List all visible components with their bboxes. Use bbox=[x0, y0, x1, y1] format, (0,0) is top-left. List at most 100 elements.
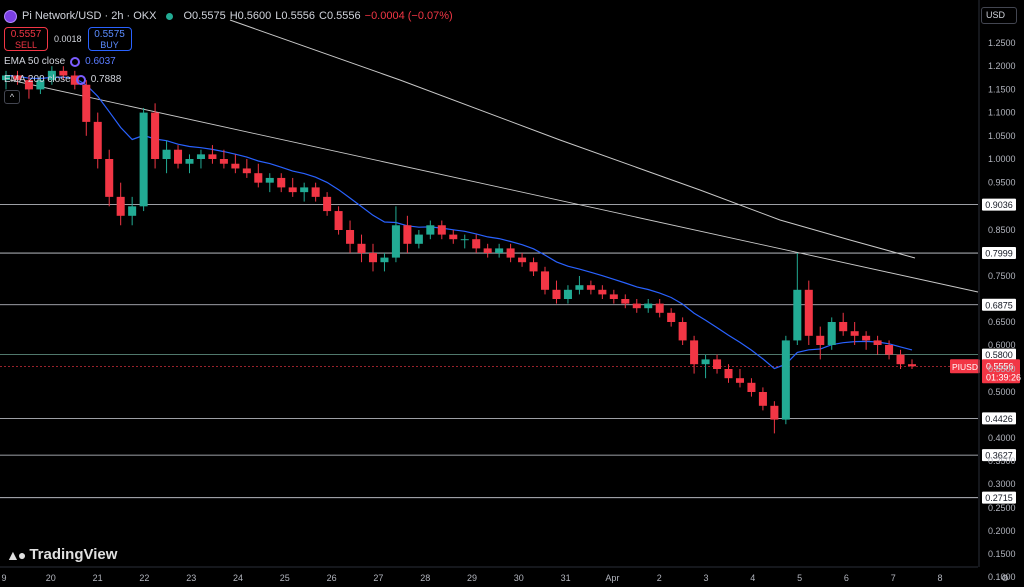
candle-body bbox=[758, 392, 767, 406]
candle-body bbox=[105, 159, 114, 197]
candle-body bbox=[862, 335, 871, 341]
candle-body bbox=[277, 177, 286, 188]
buy-label: BUY bbox=[100, 40, 119, 50]
ohlc-close: C0.5556 bbox=[319, 10, 361, 22]
candle-body bbox=[632, 303, 641, 309]
price-chart[interactable]: 0.90360.79990.68750.58000.44260.36270.27… bbox=[0, 0, 1024, 587]
candle-body bbox=[655, 303, 664, 313]
candle-body bbox=[128, 206, 137, 216]
candle-body bbox=[196, 154, 205, 159]
x-tick-label: 31 bbox=[561, 573, 571, 583]
candle-body bbox=[781, 340, 790, 420]
candle-body bbox=[621, 299, 630, 304]
ema50-settings-icon[interactable] bbox=[70, 56, 81, 67]
x-tick-label: 9 bbox=[1, 573, 6, 583]
y-tick-label: 0.6500 bbox=[988, 317, 1016, 327]
candle-body bbox=[839, 322, 848, 332]
candle-body bbox=[793, 289, 802, 341]
candle-body bbox=[873, 340, 882, 345]
brand-name: TradingView bbox=[29, 546, 118, 563]
ohlc-open: O0.5575 bbox=[183, 10, 226, 22]
candle-body bbox=[93, 121, 102, 159]
candle-body bbox=[357, 243, 366, 253]
candle-body bbox=[311, 187, 320, 197]
x-tick-label: 24 bbox=[233, 573, 243, 583]
candle-body bbox=[403, 225, 412, 244]
y-tick-label: 1.2000 bbox=[988, 61, 1016, 71]
candle-body bbox=[391, 225, 400, 258]
candle-body bbox=[896, 354, 905, 365]
currency-button[interactable]: USD bbox=[981, 7, 1017, 24]
y-tick-label: 0.2000 bbox=[988, 526, 1016, 536]
candle-body bbox=[495, 248, 504, 253]
sell-price: 0.5557 bbox=[10, 29, 42, 40]
x-tick-label: 4 bbox=[750, 573, 755, 583]
x-tick-label: 21 bbox=[93, 573, 103, 583]
candle-body bbox=[82, 84, 91, 122]
candle-body bbox=[540, 271, 550, 290]
candle-body bbox=[735, 378, 744, 383]
candle-body bbox=[563, 289, 572, 299]
candle-body bbox=[483, 248, 492, 253]
x-tick-label: 6 bbox=[844, 573, 849, 583]
sell-label: SELL bbox=[14, 40, 38, 50]
candle-body bbox=[667, 312, 676, 322]
trade-panel: 0.5557 SELL 0.0018 0.5575 BUY bbox=[4, 27, 132, 51]
candle-body bbox=[598, 289, 607, 295]
x-tick-label: 2 bbox=[657, 573, 662, 583]
level-label: 0.7999 bbox=[985, 249, 1013, 259]
sell-button[interactable]: 0.5557 SELL bbox=[4, 27, 48, 51]
candle-body bbox=[827, 322, 836, 345]
candle-body bbox=[609, 294, 618, 299]
candle-body bbox=[701, 359, 710, 365]
candle-body bbox=[724, 369, 733, 379]
ema200-legend[interactable]: EMA 200 close 0.7888 bbox=[4, 74, 121, 85]
ema200-value: 0.7888 bbox=[90, 74, 122, 85]
candle-body bbox=[219, 159, 228, 164]
level-label: 0.5800 bbox=[985, 350, 1013, 360]
y-tick-label: 0.7500 bbox=[988, 271, 1016, 281]
buy-button[interactable]: 0.5575 BUY bbox=[87, 27, 132, 51]
market-status-icon bbox=[166, 12, 174, 20]
candles bbox=[1, 66, 917, 434]
candle-body bbox=[472, 239, 481, 249]
y-tick-label: 1.1500 bbox=[988, 84, 1016, 94]
candle-body bbox=[552, 289, 561, 299]
candle-body bbox=[518, 257, 527, 263]
candle-body bbox=[346, 230, 355, 244]
y-tick-label: 1.1000 bbox=[988, 108, 1016, 118]
candle-body bbox=[300, 187, 309, 193]
candle-body bbox=[242, 168, 251, 174]
candle-body bbox=[586, 285, 595, 290]
x-tick-label: Apr bbox=[605, 573, 619, 583]
x-tick-label: 7 bbox=[891, 573, 896, 583]
tradingview-logo[interactable]: ▲● TradingView bbox=[6, 546, 117, 563]
candle-body bbox=[288, 187, 297, 193]
ema200-settings-icon[interactable] bbox=[75, 74, 86, 85]
ema200-label: EMA 200 close bbox=[4, 74, 71, 85]
candle-body bbox=[907, 364, 917, 367]
y-tick-label: 0.9500 bbox=[988, 178, 1016, 188]
ema50-label: EMA 50 close bbox=[4, 56, 66, 67]
y-tick-label: 0.5500 bbox=[988, 364, 1016, 374]
candle-body bbox=[380, 257, 389, 263]
candle-body bbox=[368, 253, 378, 263]
candle-body bbox=[575, 285, 584, 290]
pi-network-logo-icon bbox=[4, 9, 17, 23]
chart-settings-icon[interactable]: ⚙ bbox=[998, 572, 1012, 584]
y-tick-label: 0.6000 bbox=[988, 340, 1016, 350]
candle-body bbox=[449, 234, 458, 240]
symbol-tag: PIUSD bbox=[952, 362, 978, 372]
x-tick-label: 27 bbox=[373, 573, 383, 583]
candle-body bbox=[151, 112, 160, 159]
candle-body bbox=[334, 211, 343, 230]
ohlc-high: H0.5600 bbox=[229, 10, 272, 22]
x-tick-label: 29 bbox=[467, 573, 477, 583]
price-change: −0.0004 (−0.07%) bbox=[364, 10, 453, 22]
candle-body bbox=[529, 262, 538, 272]
candle-body bbox=[208, 154, 217, 159]
symbol-title[interactable]: Pi Network/USD · 2h · OKX bbox=[22, 10, 156, 22]
collapse-legend-button[interactable]: ^ bbox=[4, 90, 20, 104]
x-tick-label: 8 bbox=[937, 573, 942, 583]
ema50-legend[interactable]: EMA 50 close 0.6037 bbox=[4, 56, 116, 67]
